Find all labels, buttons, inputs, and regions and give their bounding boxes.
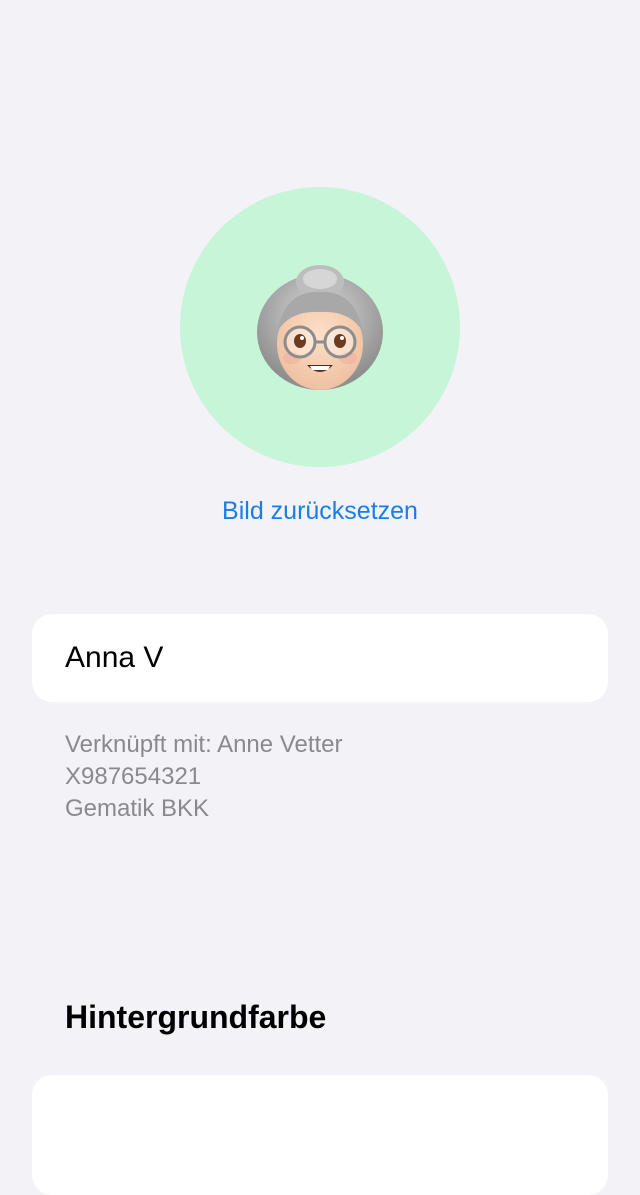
background-color-heading: Hintergrundfarbe <box>65 999 327 1035</box>
name-card <box>32 614 608 702</box>
insurance-number-text: X987654321 <box>65 763 202 790</box>
profile-name-input[interactable] <box>65 641 565 675</box>
grandma-emoji-icon <box>257 265 383 390</box>
linked-info: Verknüpft mit: Anne Vetter X987654321 Ge… <box>65 729 343 825</box>
insurance-name-text: Gematik BKK <box>65 795 210 822</box>
reset-image-link[interactable]: Bild zurücksetzen <box>0 497 640 526</box>
background-color-card[interactable] <box>32 1075 608 1195</box>
linked-with-text: Verknüpft mit: Anne Vetter <box>65 731 343 758</box>
